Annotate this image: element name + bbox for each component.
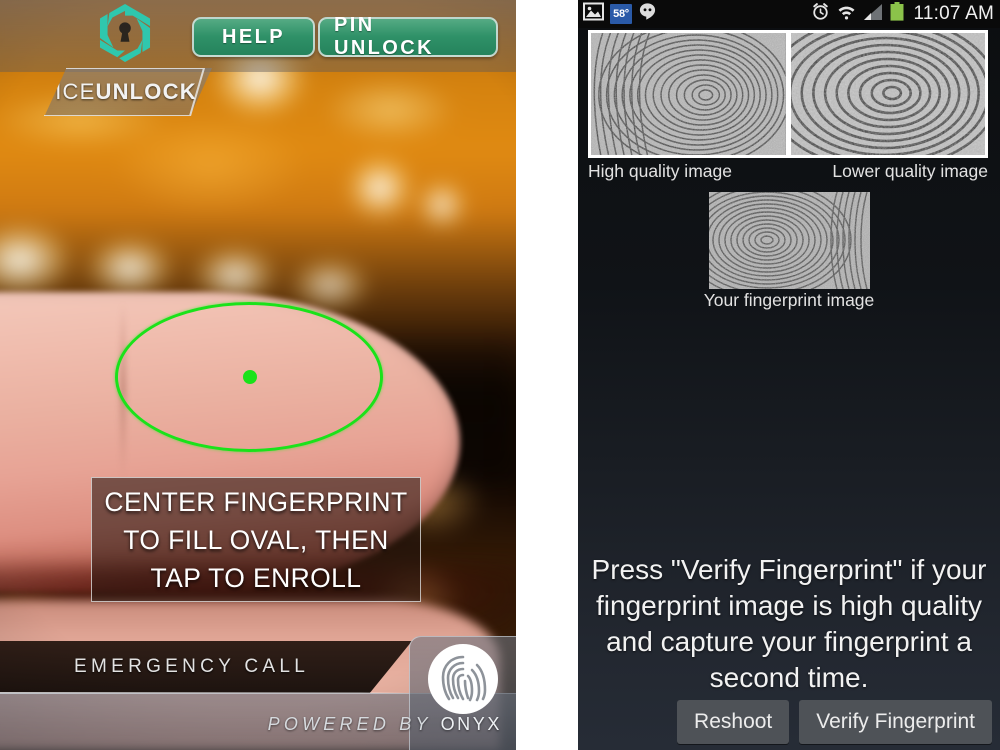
powered-by-onyx: POWERED BY ONYX [268,714,502,735]
emergency-call-button[interactable]: EMERGENCY CALL [0,641,412,693]
brand-banner-label: ICEUNLOCK [45,79,197,105]
emergency-call-label: EMERGENCY CALL [74,656,310,677]
verify-instruction-text: Press "Verify Fingerprint" if your finge… [591,554,987,693]
verify-fingerprint-button[interactable]: Verify Fingerprint [799,700,992,744]
panel-gap [516,0,578,750]
top-toolbar: HELP PIN UNLOCK [0,0,516,72]
help-button[interactable]: HELP [192,17,315,57]
lower-quality-fingerprint-image [790,33,985,155]
brand-part-unlock: UNLOCK [95,79,197,104]
high-quality-fingerprint-image [591,33,786,155]
status-bar-right-icons: 11:07 AM [811,2,994,26]
wifi-icon [837,3,856,26]
weather-badge: 58° [610,4,632,24]
sample-fingerprints-strip [588,30,988,158]
hangouts-icon [638,2,657,26]
status-bar-left-icons: 58° [583,2,657,26]
status-bar-clock: 11:07 AM [913,3,994,24]
high-quality-caption: High quality image [588,160,732,181]
your-fingerprint-image [709,192,870,289]
android-verify-screen: 58° 11:07 AM High quality image Lower qu… [578,0,1000,750]
android-status-bar[interactable]: 58° 11:07 AM [578,0,1000,28]
alarm-clock-icon [811,2,830,26]
powered-by-label: POWERED BY [267,714,432,734]
signal-bars-icon [863,3,883,26]
enroll-instruction-text: CENTER FINGERPRINT TO FILL OVAL, THEN TA… [104,483,407,597]
screenshot-image-icon [583,2,604,26]
fingerprint-circle-icon [427,643,499,715]
your-fingerprint-caption: Your fingerprint image [703,290,875,310]
action-button-row: Reshoot Verify Fingerprint [578,700,1000,744]
ice-unlock-camera-screen: HELP PIN UNLOCK ICEUNLOCK CENTER FINGERP… [0,0,516,750]
hexagon-shutter-lock-icon [94,2,156,64]
battery-icon [890,2,904,26]
lower-quality-caption: Lower quality image [832,160,988,181]
enroll-instruction-box: CENTER FINGERPRINT TO FILL OVAL, THEN TA… [91,477,421,602]
instruction-line-1: CENTER FINGERPRINT [104,486,408,517]
screenshot-root: HELP PIN UNLOCK ICEUNLOCK CENTER FINGERP… [0,0,1000,750]
instruction-line-3: TAP TO ENROLL [150,562,362,593]
sample-captions: High quality image Lower quality image [588,159,988,183]
brand-part-ice: ICE [55,79,96,104]
reshoot-button[interactable]: Reshoot [677,700,790,744]
green-center-dot [243,370,257,384]
pin-unlock-button[interactable]: PIN UNLOCK [318,14,498,59]
onyx-wordmark: ONYX [440,714,502,734]
instruction-line-2: TO FILL OVAL, THEN [123,524,389,555]
